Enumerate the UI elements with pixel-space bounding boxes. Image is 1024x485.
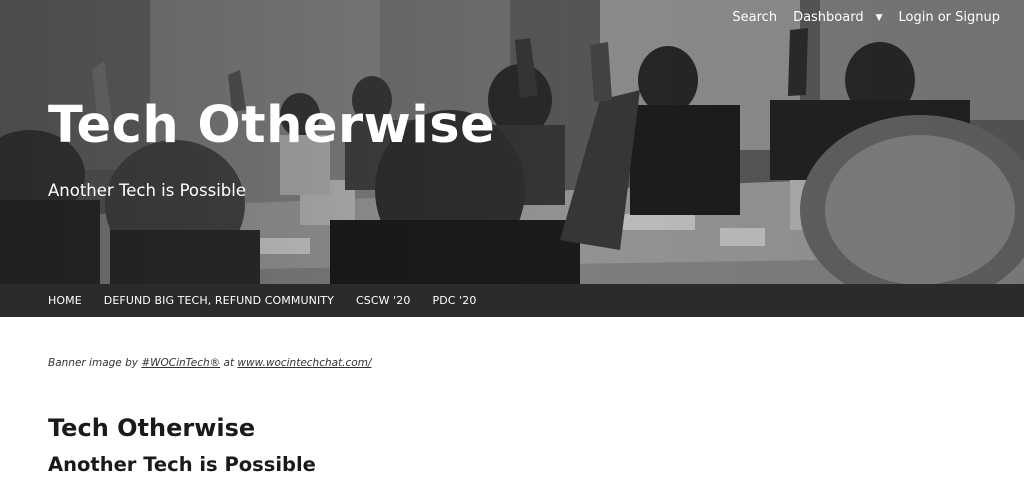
credit-middle: at	[220, 357, 238, 369]
credit-author-link[interactable]: #WOCinTech®	[141, 357, 220, 369]
menu-item-cscw-20[interactable]: CSCW '20	[356, 294, 411, 307]
search-link[interactable]: Search	[732, 10, 777, 25]
menu-item-defund-big-tech[interactable]: DEFUND BIG TECH, REFUND COMMUNITY	[104, 294, 334, 307]
main-menu: HOME DEFUND BIG TECH, REFUND COMMUNITY C…	[0, 284, 1024, 317]
caret-down-icon[interactable]: ▼	[876, 13, 883, 23]
top-navigation: Search Dashboard ▼ Login or Signup	[732, 10, 1000, 25]
dashboard-menu[interactable]: Dashboard ▼	[793, 10, 882, 25]
menu-item-pdc-20[interactable]: PDC '20	[433, 294, 477, 307]
content-title: Tech Otherwise	[48, 414, 256, 442]
hero-banner: Search Dashboard ▼ Login or Signup Tech …	[0, 0, 1024, 284]
banner-credit: Banner image by #WOCinTech® at www.wocin…	[48, 357, 372, 369]
login-signup-link[interactable]: Login or Signup	[899, 10, 1000, 25]
credit-prefix: Banner image by	[48, 357, 142, 369]
site-tagline: Another Tech is Possible	[48, 181, 247, 200]
site-title[interactable]: Tech Otherwise	[48, 96, 495, 155]
content-subtitle: Another Tech is Possible	[48, 453, 316, 476]
menu-item-home[interactable]: HOME	[48, 294, 82, 307]
credit-url-link[interactable]: www.wocintechchat.com/	[237, 357, 371, 369]
dashboard-label: Dashboard	[793, 10, 864, 25]
